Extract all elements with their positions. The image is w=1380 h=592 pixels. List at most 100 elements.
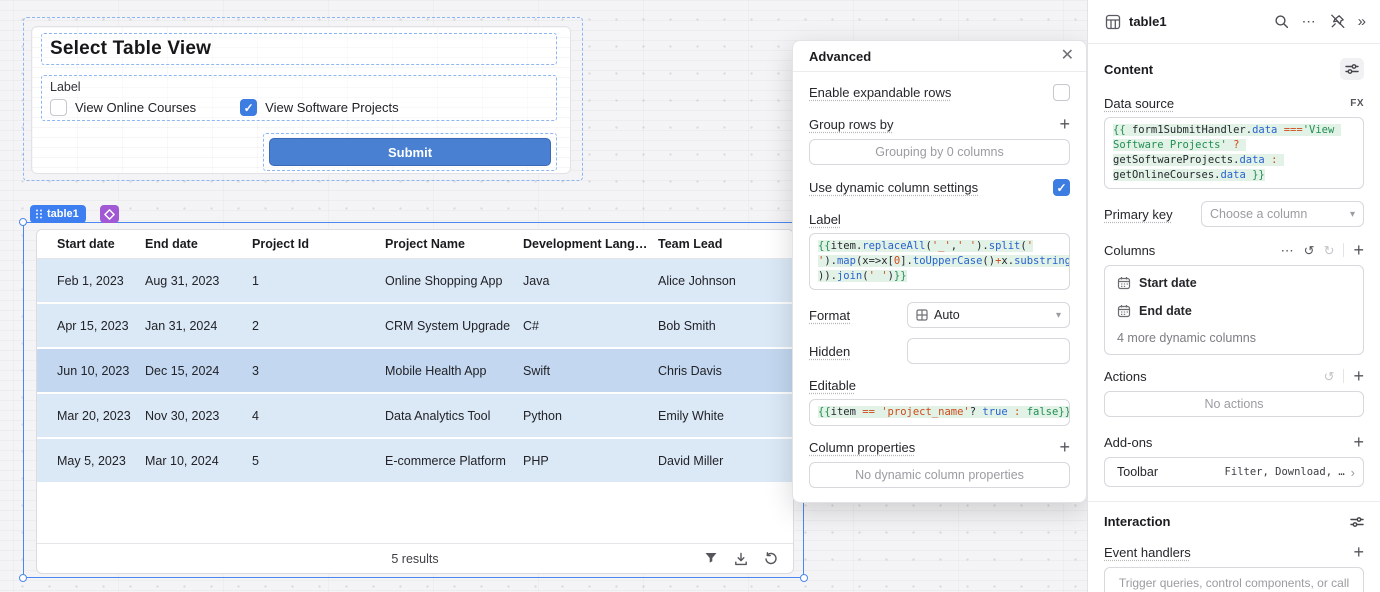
table-column-header[interactable]: Project Name — [377, 237, 515, 251]
checkbox-group-region[interactable]: Label View Online Courses View Software … — [41, 75, 557, 121]
format-value: Auto — [934, 308, 960, 322]
table-cell[interactable]: Mobile Health App — [377, 364, 515, 378]
filter-icon[interactable] — [703, 551, 719, 567]
add-column-property-button[interactable]: + — [1059, 438, 1070, 456]
table-row[interactable]: May 5, 2023 Mar 10, 2024 5 E-commerce Platf… — [37, 439, 793, 482]
column-item-end-date[interactable]: End date — [1105, 297, 1363, 325]
table-cell[interactable]: Chris Davis — [650, 364, 793, 378]
table-header-row: Start date End date Project Id Project Name… — [37, 230, 793, 259]
collapse-panel-icon[interactable]: » — [1358, 13, 1366, 30]
checkbox-software-projects[interactable]: View Software Projects — [240, 99, 399, 116]
table-column-header[interactable]: Development Langu... — [515, 237, 650, 251]
more-options-icon[interactable]: ⋯ — [1302, 13, 1317, 30]
selection-handle[interactable] — [19, 574, 27, 582]
form-title-region[interactable]: Select Table View — [41, 33, 557, 65]
editable-label: Editable — [809, 378, 856, 393]
label-code-editor[interactable]: {{item.replaceAll('_',' ').split(' ').map… — [809, 233, 1070, 290]
add-grouping-button[interactable]: + — [1059, 115, 1070, 133]
drag-handle-icon — [36, 209, 42, 219]
table-cell[interactable]: Online Shopping App — [377, 274, 515, 288]
table-cell[interactable]: CRM System Upgrade — [377, 319, 515, 333]
chevron-down-icon: ▾ — [1349, 208, 1355, 220]
columns-undo-icon[interactable]: ↺ — [1304, 244, 1315, 257]
format-select[interactable]: Auto ▾ — [907, 302, 1070, 328]
selection-handle[interactable] — [19, 218, 27, 226]
group-rows-by-label: Group rows by — [809, 116, 894, 132]
add-addon-button[interactable]: + — [1353, 433, 1364, 451]
toolbar-addon-row[interactable]: Toolbar Filter, Download, … › — [1104, 457, 1364, 487]
table-column-header[interactable]: Team Lead — [650, 237, 793, 251]
table-cell[interactable]: Nov 30, 2023 — [137, 409, 244, 423]
table-cell[interactable]: 2 — [244, 319, 377, 333]
table-cell[interactable]: 3 — [244, 364, 377, 378]
table-cell[interactable]: Aug 31, 2023 — [137, 274, 244, 288]
column-properties-input[interactable]: No dynamic column properties — [809, 462, 1070, 488]
table-cell[interactable]: C# — [515, 319, 650, 333]
refresh-icon[interactable] — [763, 551, 779, 567]
table-cell[interactable]: PHP — [515, 454, 650, 468]
table1-tag[interactable]: table1 — [30, 205, 86, 223]
close-icon[interactable]: ✕ — [1061, 48, 1074, 64]
add-event-handler-button[interactable]: + — [1353, 543, 1364, 561]
submit-button[interactable]: Submit — [269, 138, 551, 166]
table-cell[interactable]: Mar 10, 2024 — [137, 454, 244, 468]
table-column-header[interactable]: End date — [137, 237, 244, 251]
add-column-button[interactable]: + — [1353, 241, 1364, 259]
table-row[interactable]: Jun 10, 2023 Dec 15, 2024 3 Mobile Health A… — [37, 349, 793, 392]
table-cell[interactable]: Jan 31, 2024 — [137, 319, 244, 333]
table-row[interactable]: Mar 20, 2023 Nov 30, 2023 4 Data Analytics … — [37, 394, 793, 437]
table-cell[interactable]: Python — [515, 409, 650, 423]
interaction-section-title: Interaction — [1104, 514, 1171, 529]
checkbox-checked-icon[interactable] — [240, 99, 258, 116]
dynamic-column-settings-checkbox[interactable] — [1053, 179, 1070, 196]
table-cell[interactable]: 4 — [244, 409, 377, 423]
table-cell[interactable]: Java — [515, 274, 650, 288]
inspector-title: table1 — [1129, 14, 1167, 29]
table-cell[interactable]: Feb 1, 2023 — [37, 274, 137, 288]
table-cell[interactable]: Jun 10, 2023 — [37, 364, 137, 378]
hidden-input[interactable] — [907, 338, 1070, 364]
checkbox-label: View Online Courses — [75, 100, 197, 115]
table-column-header[interactable]: Project Id — [244, 237, 377, 251]
column-item-start-date[interactable]: Start date — [1105, 269, 1363, 297]
selection-handle[interactable] — [800, 574, 808, 582]
form-component[interactable]: Select Table View Label View Online Cour… — [31, 26, 571, 174]
download-icon[interactable] — [733, 551, 749, 567]
table-cell[interactable]: E-commerce Platform — [377, 454, 515, 468]
fx-toggle[interactable]: FX — [1350, 98, 1364, 109]
table-cell[interactable]: Bob Smith — [650, 319, 793, 333]
column-properties-label: Column properties — [809, 439, 916, 455]
table-cell[interactable]: Mar 20, 2023 — [37, 409, 137, 423]
checkbox-online-courses[interactable]: View Online Courses — [50, 99, 196, 116]
actions-reset-icon[interactable]: ↺ — [1324, 370, 1335, 383]
add-action-button[interactable]: + — [1353, 367, 1364, 385]
expandable-rows-checkbox[interactable] — [1053, 84, 1070, 101]
content-settings-icon[interactable] — [1340, 58, 1364, 80]
table-cell[interactable]: Dec 15, 2024 — [137, 364, 244, 378]
primary-key-select[interactable]: Choose a column ▾ — [1201, 201, 1364, 227]
columns-more-icon[interactable]: ⋯ — [1281, 244, 1295, 257]
table-cell[interactable]: Emily White — [650, 409, 793, 423]
table-cell[interactable]: 1 — [244, 274, 377, 288]
table-cell[interactable]: May 5, 2023 — [37, 454, 137, 468]
grouping-input[interactable]: Grouping by 0 columns — [809, 139, 1070, 165]
search-icon[interactable] — [1274, 14, 1289, 29]
data-source-code-editor[interactable]: {{ form1SubmitHandler.data ==='View Soft… — [1104, 117, 1364, 189]
table-cell[interactable]: Swift — [515, 364, 650, 378]
table-row[interactable]: Feb 1, 2023 Aug 31, 2023 1 Online Shopping … — [37, 259, 793, 302]
columns-refresh-icon[interactable]: ↻ — [1324, 244, 1335, 257]
unpin-icon[interactable] — [1330, 14, 1345, 29]
data-source-label: Data source — [1104, 96, 1175, 111]
reposition-badge[interactable] — [100, 205, 119, 223]
checkbox-unchecked-icon[interactable] — [50, 99, 67, 116]
interaction-settings-icon[interactable] — [1350, 516, 1364, 528]
table-cell[interactable]: Apr 15, 2023 — [37, 319, 137, 333]
table-column-header[interactable]: Start date — [37, 237, 137, 251]
table-cell[interactable]: Alice Johnson — [650, 274, 793, 288]
editable-code-editor[interactable]: {{item == 'project_name'? true : false}} — [809, 399, 1070, 426]
table-cell[interactable]: Data Analytics Tool — [377, 409, 515, 423]
table-cell[interactable]: 5 — [244, 454, 377, 468]
table-cell[interactable]: David Miller — [650, 454, 793, 468]
table-row[interactable]: Apr 15, 2023 Jan 31, 2024 2 CRM System Upgr… — [37, 304, 793, 347]
table-component[interactable]: Start date End date Project Id Project Name… — [36, 229, 794, 574]
